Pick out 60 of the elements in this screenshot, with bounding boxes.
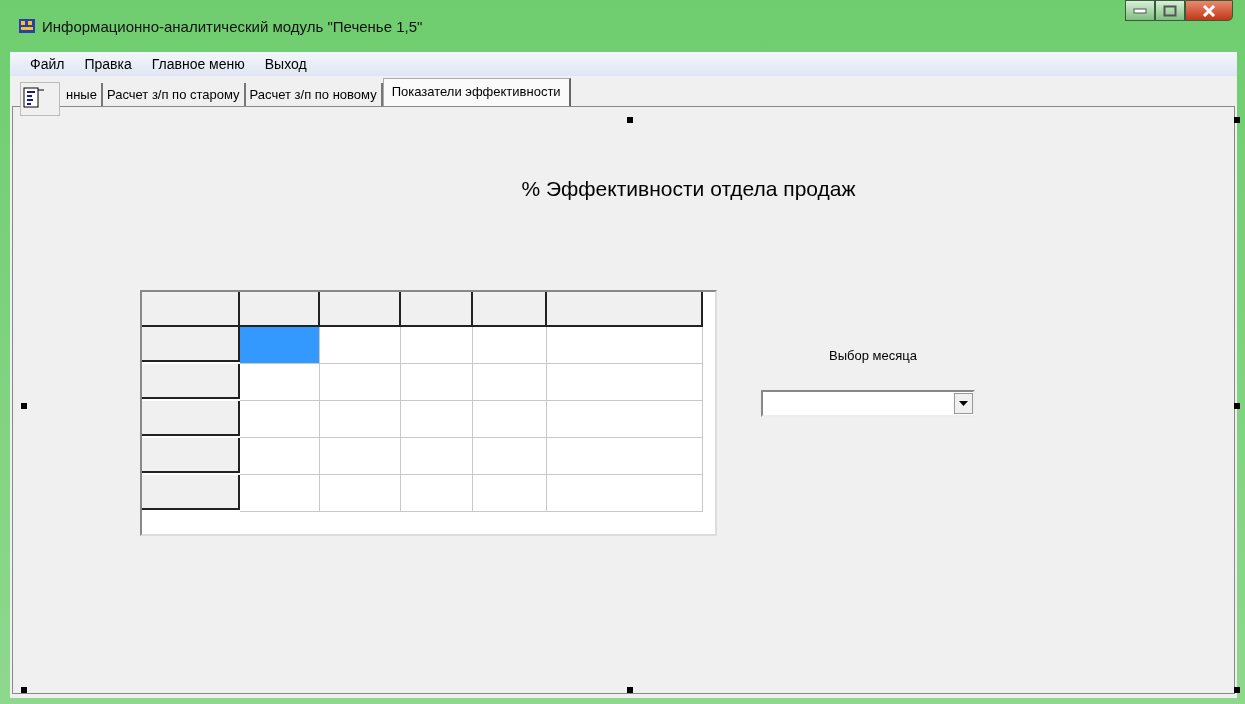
column-header[interactable] — [240, 292, 320, 327]
grid-cell[interactable] — [547, 475, 703, 512]
close-icon — [1202, 4, 1216, 17]
grid-cell[interactable] — [320, 438, 401, 475]
row-header[interactable] — [142, 401, 240, 436]
row-header[interactable] — [142, 438, 240, 473]
heading: % Эффективности отдела продаж — [521, 177, 856, 200]
grid-cell[interactable] — [240, 475, 320, 512]
menu-item[interactable]: Файл — [20, 56, 75, 72]
dropdown-arrow-icon — [959, 401, 968, 406]
grid-cell[interactable] — [320, 327, 401, 364]
selection-handle[interactable] — [1234, 117, 1240, 123]
tab[interactable]: Показатели эффективности — [382, 78, 571, 106]
month-label: Выбор месяца — [828, 348, 917, 363]
window-title: Информационно-аналитический модуль "Печенье 1,5" — [42, 17, 423, 35]
selection-handle[interactable] — [1234, 403, 1240, 409]
grid-cell[interactable] — [401, 327, 473, 364]
month-dropdown[interactable] — [761, 390, 975, 417]
grid-cell[interactable] — [401, 438, 473, 475]
grid-cell[interactable] — [473, 327, 547, 364]
grid-cell[interactable] — [473, 364, 547, 401]
grid-cell[interactable] — [401, 401, 473, 438]
grid-cell[interactable] — [401, 475, 473, 512]
selection-handle[interactable] — [627, 687, 633, 693]
menu-item[interactable]: Главное меню — [141, 56, 255, 72]
row-header[interactable] — [142, 364, 240, 399]
grid-cell[interactable] — [320, 401, 401, 438]
minimize-icon — [1133, 7, 1147, 14]
menu-item[interactable]: Правка — [74, 56, 142, 72]
row-header[interactable] — [142, 475, 240, 510]
grid-cell[interactable] — [473, 401, 547, 438]
grid-cell[interactable] — [240, 364, 320, 401]
selection-handle[interactable] — [21, 403, 27, 409]
grid-cell[interactable] — [401, 364, 473, 401]
grid-cell[interactable] — [547, 401, 703, 438]
selection-handle[interactable] — [21, 687, 27, 693]
selection-handle[interactable] — [627, 117, 633, 123]
grid-cell[interactable] — [473, 475, 547, 512]
selection-handle[interactable] — [1234, 687, 1240, 693]
column-header[interactable] — [473, 292, 547, 327]
grid-cell[interactable] — [547, 438, 703, 475]
grid-cell[interactable] — [320, 364, 401, 401]
form-icon — [20, 82, 60, 116]
maximize-icon — [1163, 4, 1177, 17]
menu-item[interactable]: Выход — [254, 56, 317, 72]
column-header[interactable] — [401, 292, 473, 327]
column-header[interactable] — [320, 292, 401, 327]
app-icon — [18, 17, 36, 35]
grid-cell[interactable] — [240, 438, 320, 475]
grid-cell[interactable] — [547, 364, 703, 401]
column-header[interactable] — [547, 292, 703, 327]
grid-cell[interactable] — [320, 475, 401, 512]
grid-cell[interactable] — [473, 438, 547, 475]
close-button[interactable] — [1185, 0, 1233, 21]
minimize-button[interactable] — [1125, 0, 1155, 21]
row-header[interactable] — [142, 327, 240, 362]
grid-cell[interactable] — [547, 327, 703, 364]
maximize-button[interactable] — [1155, 0, 1185, 21]
grid-cell[interactable] — [240, 327, 320, 364]
grid-cell[interactable] — [240, 401, 320, 438]
